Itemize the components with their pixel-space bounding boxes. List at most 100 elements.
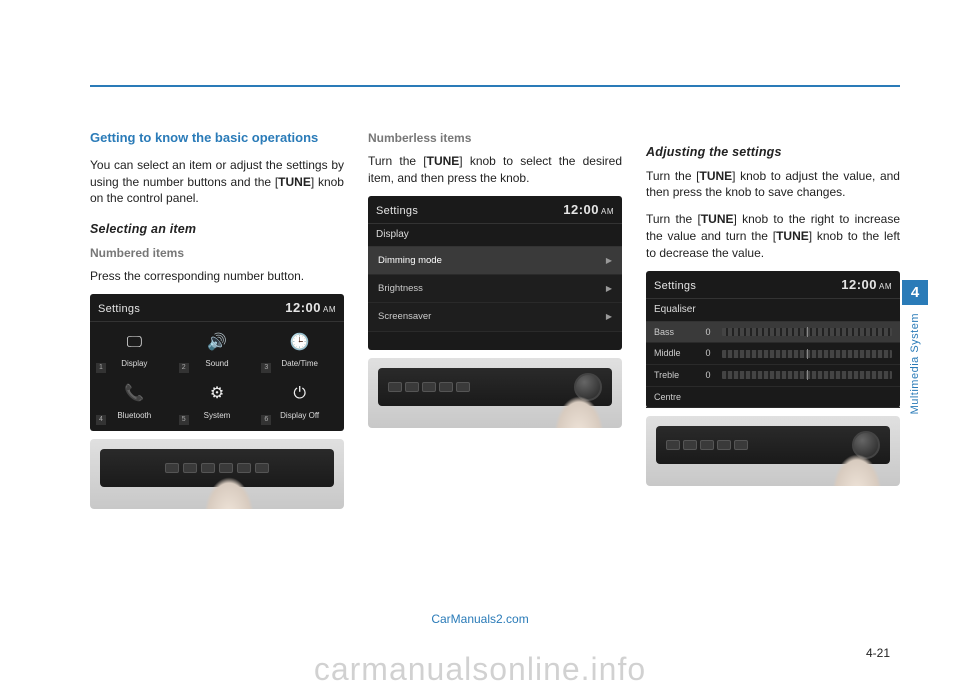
list-item-dimming: Dimming mode ▶ <box>368 247 622 275</box>
chapter-tab: 4 Multimedia System <box>902 280 928 419</box>
console-button <box>666 440 680 450</box>
gear-icon: ⚙ <box>179 383 256 405</box>
eq-value: 0 <box>702 347 714 360</box>
screen-time: 12:00AM <box>841 276 892 294</box>
text-a: Turn the [ <box>646 212 701 226</box>
item-label: Dimming mode <box>378 254 442 267</box>
power-icon: ⏻ <box>261 383 338 405</box>
text-a: Turn the [ <box>646 169 699 183</box>
eq-bar <box>722 328 892 336</box>
text-a: Turn the [ <box>368 154 427 168</box>
screen-time: 12:00AM <box>285 299 336 317</box>
cell-num: 2 <box>179 363 189 373</box>
eq-bar <box>722 350 892 358</box>
tune-bold: TUNE <box>776 229 809 243</box>
panel-photo-knob <box>646 416 900 486</box>
cell-label: Display Off <box>280 411 319 420</box>
screen-subheader: Display <box>368 224 622 247</box>
header-rule <box>90 85 900 87</box>
para-direction: Turn the [TUNE] knob to the right to inc… <box>646 211 900 261</box>
panel-photo-buttons <box>90 439 344 509</box>
bluetooth-icon: 📞 <box>96 383 173 405</box>
subheading-numberless: Numberless items <box>368 130 622 147</box>
grid-cell-display: 1 🖵 Display <box>94 326 175 375</box>
console-button <box>717 440 731 450</box>
hand-icon <box>832 454 882 486</box>
column-3: Adjusting the settings Turn the [TUNE] k… <box>646 130 900 509</box>
subheading-numbered: Numbered items <box>90 245 344 262</box>
chevron-right-icon: ▶ <box>606 255 612 266</box>
time-value: 12:00 <box>285 300 321 315</box>
console-button <box>422 382 436 392</box>
item-label: Brightness <box>378 282 423 295</box>
eq-row-bass: Bass 0 <box>646 322 900 344</box>
time-ampm: AM <box>601 207 614 216</box>
eq-label: Treble <box>654 369 694 382</box>
grid-cell-sound: 2 🔊 Sound <box>177 326 258 375</box>
eq-row-middle: Middle 0 <box>646 343 900 365</box>
cell-num: 4 <box>96 415 106 425</box>
console-button <box>734 440 748 450</box>
eq-row-centre: Centre <box>646 387 900 409</box>
grid-cell-datetime: 3 🕒 Date/Time <box>259 326 340 375</box>
chapter-number: 4 <box>902 280 928 305</box>
para-adjust: Turn the [TUNE] knob to adjust the value… <box>646 168 900 202</box>
screen-time: 12:00AM <box>563 201 614 219</box>
chevron-right-icon: ▶ <box>606 283 612 294</box>
chevron-right-icon: ▶ <box>606 311 612 322</box>
tune-bold: TUNE <box>701 212 734 226</box>
cell-label: Display <box>121 359 147 368</box>
eq-row-treble: Treble 0 <box>646 365 900 387</box>
tune-bold: TUNE <box>278 175 311 189</box>
item-label: Screensaver <box>378 310 431 323</box>
para-turn-tune: Turn the [TUNE] knob to select the desir… <box>368 153 622 187</box>
page-number: 4-21 <box>866 646 890 660</box>
screen-subheader: Equaliser <box>646 299 900 322</box>
column-1: Getting to know the basic operations You… <box>90 130 344 509</box>
console-button <box>439 382 453 392</box>
cell-num: 3 <box>261 363 271 373</box>
cell-num: 1 <box>96 363 106 373</box>
screen-title: Settings <box>376 204 418 219</box>
time-value: 12:00 <box>841 277 877 292</box>
eq-label: Middle <box>654 347 694 360</box>
time-ampm: AM <box>879 282 892 291</box>
console-button <box>405 382 419 392</box>
eq-value: 0 <box>702 369 714 382</box>
console-button <box>165 463 179 473</box>
watermark-large: carmanualsonline.info <box>314 651 646 688</box>
cell-label: Bluetooth <box>117 411 151 420</box>
panel-photo-knob <box>368 358 622 428</box>
para-press-number: Press the corresponding number button. <box>90 268 344 285</box>
cell-label: Sound <box>205 359 228 368</box>
time-ampm: AM <box>323 305 336 314</box>
console-button <box>237 463 251 473</box>
cell-num: 6 <box>261 415 271 425</box>
tune-bold: TUNE <box>699 169 732 183</box>
screen-title: Settings <box>654 279 696 294</box>
clock-icon: 🕒 <box>261 332 338 354</box>
eq-label: Bass <box>654 326 694 339</box>
equaliser-screenshot: Settings 12:00AM Equaliser Bass 0 Middle… <box>646 271 900 408</box>
tune-bold: TUNE <box>427 154 460 168</box>
console-button <box>700 440 714 450</box>
console-button <box>201 463 215 473</box>
settings-grid-screenshot: Settings 12:00AM 1 🖵 Display 2 🔊 Sound <box>90 294 344 430</box>
cell-label: Date/Time <box>281 359 318 368</box>
time-value: 12:00 <box>563 202 599 217</box>
console-button <box>683 440 697 450</box>
console-button <box>183 463 197 473</box>
list-item-brightness: Brightness ▶ <box>368 275 622 303</box>
display-icon: 🖵 <box>96 332 173 354</box>
column-2: Numberless items Turn the [TUNE] knob to… <box>368 130 622 509</box>
list-item-screensaver: Screensaver ▶ <box>368 303 622 331</box>
grid-cell-display-off: 6 ⏻ Display Off <box>259 377 340 426</box>
subheading-adjusting: Adjusting the settings <box>646 144 900 162</box>
watermark-link: CarManuals2.com <box>431 612 528 626</box>
cell-label: System <box>204 411 231 420</box>
sound-icon: 🔊 <box>179 332 256 354</box>
console-button <box>456 382 470 392</box>
section-title: Getting to know the basic operations <box>90 130 344 147</box>
grid-cell-system: 5 ⚙ System <box>177 377 258 426</box>
console-button <box>255 463 269 473</box>
